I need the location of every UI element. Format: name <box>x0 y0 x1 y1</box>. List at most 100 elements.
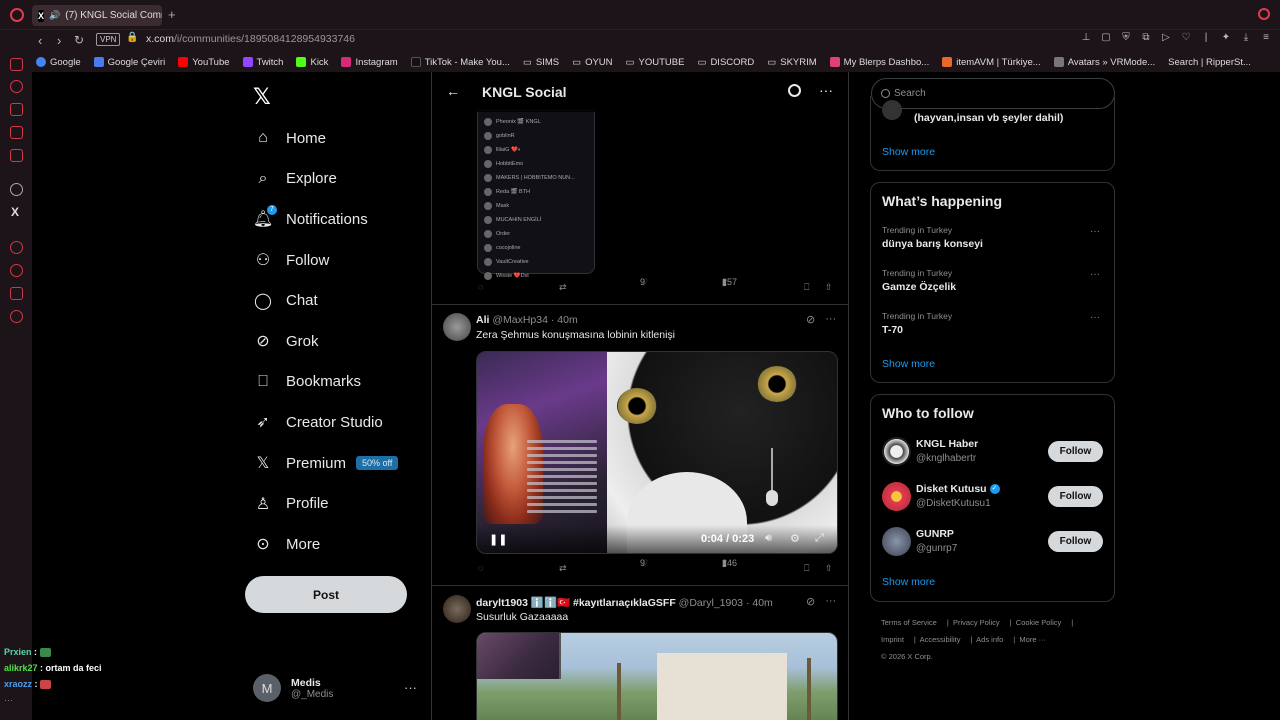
footer-link[interactable]: Terms of Service <box>881 618 937 627</box>
heart-icon[interactable]: ♡ <box>1180 32 1192 44</box>
volume-icon[interactable]: 🔊︎ <box>765 532 772 545</box>
bookmark-folder-skyrim[interactable]: ▭ SKYRIM <box>767 57 816 68</box>
follow-button[interactable]: Follow <box>1048 486 1103 507</box>
forward-button[interactable]: › <box>57 33 61 48</box>
bookmark-kick[interactable]: Kick <box>296 57 328 68</box>
tweet-image[interactable]: Pheonix 🎬 KNGL goblinR llilaiG ❤️◐ Hobbi… <box>477 110 595 280</box>
download-icon[interactable]: ⤓ <box>1240 32 1252 44</box>
messenger-icon[interactable] <box>10 58 23 71</box>
bookmark-instagram[interactable]: Instagram <box>341 57 398 68</box>
show-more-link[interactable]: Show more <box>882 146 935 158</box>
nav-home[interactable]: ⌂ Home <box>250 118 398 159</box>
reload-button[interactable]: ↻ <box>74 33 84 47</box>
lock-icon[interactable]: 🔒 <box>126 32 138 43</box>
player-icon[interactable] <box>10 241 23 254</box>
footer-link[interactable]: Privacy Policy <box>953 618 1000 627</box>
post-button[interactable]: Post <box>245 576 407 613</box>
shield-icon[interactable]: ⛨ <box>1120 32 1132 44</box>
settings-icon[interactable]: ⚙ <box>790 532 800 545</box>
vpn-badge[interactable]: VPN <box>96 33 121 46</box>
trend-more-icon[interactable]: ··· <box>1090 269 1100 280</box>
bookmark-folder-oyun[interactable]: ▭ OYUN <box>572 57 612 68</box>
nav-chat[interactable]: ◯ Chat <box>250 280 398 321</box>
trend-more-icon[interactable]: ··· <box>1090 226 1100 237</box>
bookmark-tiktok[interactable]: TikTok - Make You... <box>410 57 510 68</box>
speaker-icon[interactable]: 🔊 <box>49 10 60 21</box>
show-more-link[interactable]: Show more <box>882 358 935 370</box>
nav-premium[interactable]: 𝕏 Premium 50% off <box>250 443 399 484</box>
chatgpt-icon[interactable] <box>10 183 23 196</box>
settings-sidebar-icon[interactable] <box>10 310 23 323</box>
extension-icon[interactable]: ⧉ <box>1140 32 1152 44</box>
video-player[interactable]: ❚❚ 0:04 / 0:23 🔊︎ ⚙ ⤢ <box>476 351 838 554</box>
nav-notifications[interactable]: 🔔︎ 7 Notifications <box>250 199 398 240</box>
url-field[interactable]: x.com/i/communities/1895084128954933746 <box>146 33 355 45</box>
browser-tab[interactable]: X 🔊 (7) KNGL Social Comm <box>32 5 162 26</box>
history-icon[interactable] <box>10 264 23 277</box>
nav-explore[interactable]: ⌕ Explore <box>250 159 398 200</box>
nav-grok[interactable]: ⊘ Grok <box>250 321 398 362</box>
footer-link[interactable]: Cookie Policy <box>1016 618 1061 627</box>
footer-link[interactable]: Ads info <box>976 635 1003 644</box>
refresh-sidebar-icon[interactable] <box>10 80 23 93</box>
footer-link[interactable]: Imprint <box>881 635 904 644</box>
tweet-more-icon[interactable]: ··· <box>825 313 836 326</box>
opera-logo-icon[interactable] <box>10 8 24 22</box>
community-search-icon[interactable] <box>788 84 801 97</box>
snapshot-icon[interactable]: ▢ <box>1100 32 1112 44</box>
mail-icon[interactable] <box>10 149 23 162</box>
bookmark-folder-sims[interactable]: ▭ SIMS <box>523 57 559 68</box>
share-icon[interactable]: ⇧ <box>825 563 833 574</box>
bookmark-youtube[interactable]: YouTube <box>178 57 230 68</box>
back-button[interactable]: ‹ <box>38 33 42 48</box>
x-sidebar-icon[interactable]: X <box>11 205 19 219</box>
whatsapp-icon[interactable] <box>10 126 23 139</box>
bookmark-folder-discord[interactable]: ▭ DISCORD <box>697 57 754 68</box>
grok-icon[interactable]: ⊘ <box>806 595 815 608</box>
footer-link[interactable]: Accessibility <box>920 635 961 644</box>
bookmark-tweet-icon[interactable]: ⎕ <box>804 563 809 574</box>
share-icon[interactable]: ⇧ <box>825 282 833 293</box>
bookmark-google[interactable]: Google <box>36 57 81 68</box>
community-more-icon[interactable]: ··· <box>819 82 833 98</box>
avatar[interactable] <box>443 595 471 623</box>
bookmark-blerps[interactable]: My Blerps Dashbo... <box>829 57 929 68</box>
account-switcher[interactable]: M Medis @_Medis <box>253 674 333 702</box>
nav-creator-studio[interactable]: ➶ Creator Studio <box>250 402 398 443</box>
retweet-icon[interactable]: ⇄ <box>559 282 567 293</box>
footer-more-link[interactable]: More ··· <box>1019 635 1046 644</box>
pin-icon[interactable]: ⊥ <box>1080 32 1092 44</box>
show-more-link[interactable]: Show more <box>882 576 935 588</box>
volume-knob[interactable] <box>766 490 778 506</box>
follow-button[interactable]: Follow <box>1048 531 1103 552</box>
nav-bookmarks[interactable]: ⎕ Bookmarks <box>250 362 398 403</box>
tab-search-icon[interactable] <box>1258 8 1270 20</box>
back-arrow-icon[interactable]: ← <box>446 83 460 99</box>
workspace-icon[interactable] <box>10 103 23 116</box>
reply-icon[interactable]: ◌ <box>478 282 483 292</box>
nav-more[interactable]: ⊙ More <box>250 524 398 565</box>
pause-icon[interactable]: ❚❚ <box>489 533 507 546</box>
bookmark-vrmodels[interactable]: Avatars » VRMode... <box>1053 57 1155 68</box>
bookmark-ripperstore[interactable]: Search | RipperSt... <box>1168 57 1251 68</box>
bookmark-itemavm[interactable]: itemAVM | Türkiye... <box>942 57 1041 68</box>
trend-more-icon[interactable]: ··· <box>1090 312 1100 323</box>
bookmark-twitch[interactable]: Twitch <box>242 57 283 68</box>
extensions-sidebar-icon[interactable] <box>10 287 23 300</box>
tweet-image[interactable] <box>476 632 838 720</box>
menu-icon[interactable]: ≡ <box>1260 32 1272 44</box>
follow-button[interactable]: Follow <box>1048 441 1103 462</box>
avatar[interactable] <box>443 313 471 341</box>
fullscreen-icon[interactable]: ⤢ <box>815 532 824 545</box>
bookmark-google-ceviri[interactable]: Google Çeviri <box>93 57 165 68</box>
nav-follow[interactable]: ⚇ Follow <box>250 240 398 281</box>
bookmark-tweet-icon[interactable]: ⎕ <box>804 282 809 293</box>
grok-icon[interactable]: ⊘ <box>806 313 815 326</box>
x-logo-icon[interactable]: 𝕏 <box>253 84 271 110</box>
reply-icon[interactable]: ◌ <box>478 563 483 573</box>
puzzle-icon[interactable]: ✦ <box>1220 32 1232 44</box>
bookmark-folder-youtube[interactable]: ▭ YOUTUBE <box>626 57 685 68</box>
account-more-icon[interactable]: ··· <box>404 680 417 695</box>
new-tab-button[interactable]: + <box>168 7 176 22</box>
retweet-icon[interactable]: ⇄ <box>559 563 567 574</box>
